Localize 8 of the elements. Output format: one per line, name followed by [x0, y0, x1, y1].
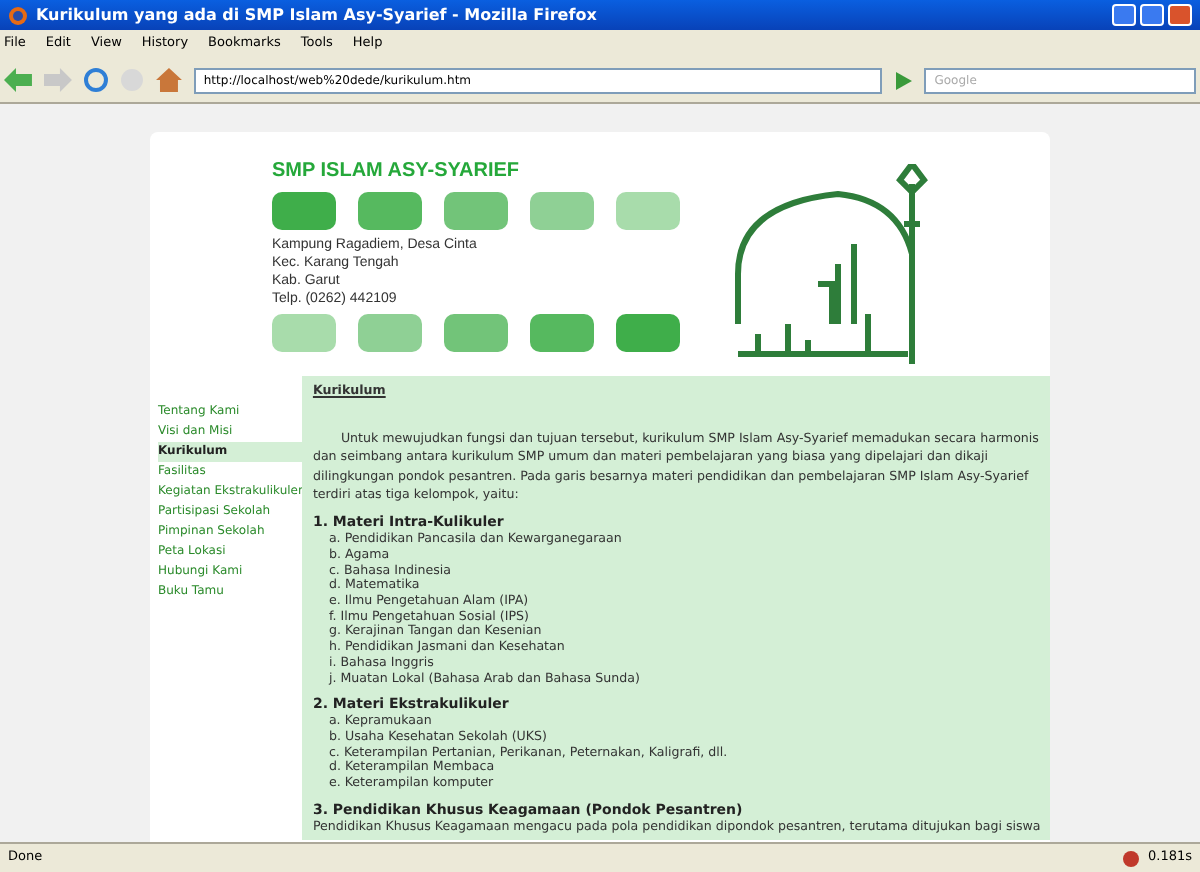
maximize-button[interactable] [1140, 4, 1164, 26]
back-arrow-icon[interactable] [4, 68, 32, 92]
window-title: Kurikulum yang ada di SMP Islam Asy-Syarief - Mozilla Firefox [36, 3, 597, 27]
close-button[interactable] [1168, 4, 1192, 26]
minimize-button[interactable] [1112, 4, 1136, 26]
home-icon[interactable] [155, 68, 182, 92]
school-name: SMP ISLAM ASY-SYARIEF [272, 158, 522, 186]
go-arrow-icon[interactable] [894, 71, 913, 89]
